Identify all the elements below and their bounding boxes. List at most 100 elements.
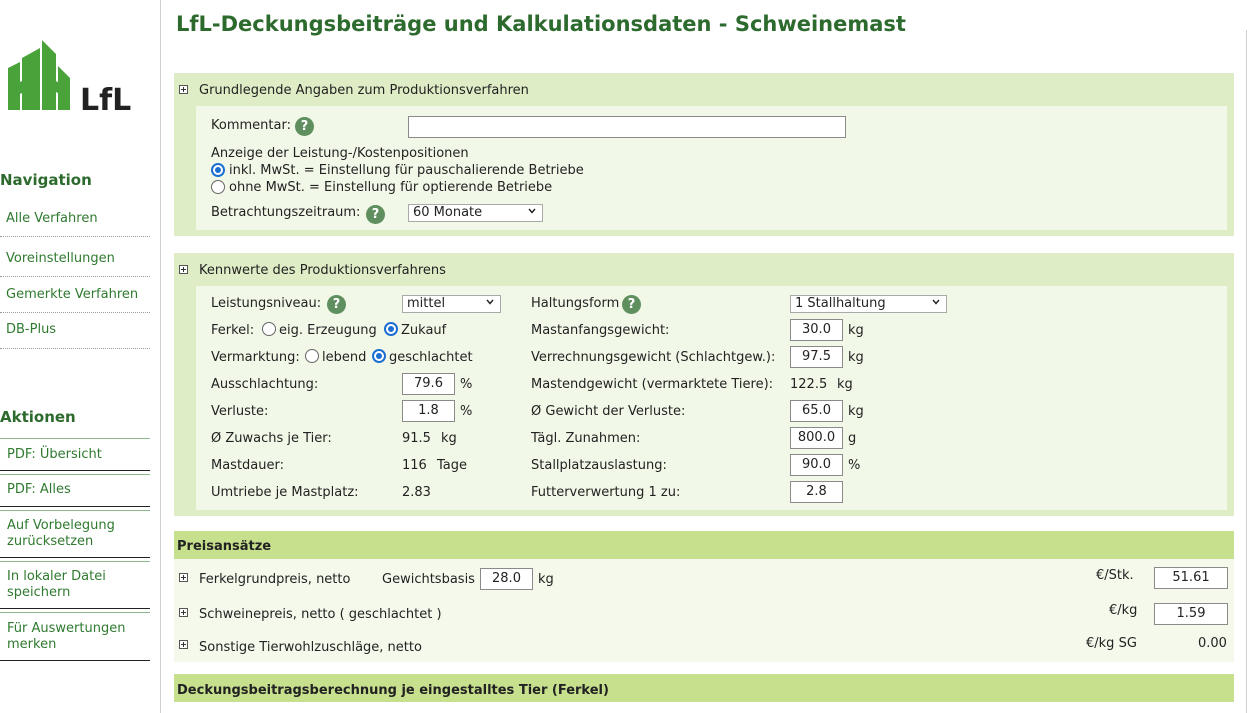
auslastung-input[interactable]: 90.0 [790, 454, 843, 476]
mastanfang-unit: kg [848, 323, 864, 338]
grund-inner: Kommentar: ? Anzeige der Leistung-/Koste… [196, 106, 1227, 230]
gewichtsbasis-input[interactable]: 28.0 [480, 568, 533, 590]
divider [0, 276, 150, 277]
verrechnung-input[interactable]: 97.5 [790, 346, 843, 368]
help-icon[interactable]: ? [295, 117, 314, 136]
leistung-select[interactable]: mittel [402, 295, 501, 313]
nav-gemerkte-verfahren[interactable]: Gemerkte Verfahren [6, 287, 138, 302]
preis-row-tierwohl: Sonstige Tierwohlzuschläge, netto €/kg S… [174, 630, 1234, 662]
auslastung-label: Stallplatzauslastung: [531, 458, 667, 473]
zunahmen-label: Tägl. Zunahmen: [531, 431, 641, 446]
haltung-label: Haltungsform [531, 296, 620, 311]
divider [0, 557, 150, 558]
divider [0, 660, 150, 661]
action-pdf-alles[interactable]: PDF: Alles [7, 482, 147, 498]
grund-panel: Grundlegende Angaben zum Produktionsverf… [174, 73, 1234, 236]
divider [0, 438, 150, 439]
nav-db-plus[interactable]: DB-Plus [6, 322, 56, 337]
gewverl-unit: kg [848, 404, 864, 419]
ferkel-preis-input[interactable]: 51.61 [1154, 567, 1228, 589]
scrollbar-edge [1246, 30, 1247, 713]
preis-row-ferkel: Ferkelgrundpreis, netto Gewichtsbasis 28… [174, 559, 1234, 598]
anzeige-label: Anzeige der Leistung-/Kostenpositionen [211, 146, 469, 161]
radio-ferkel-zukauf[interactable] [384, 322, 398, 336]
divider [0, 312, 150, 313]
kenn-panel: Kennwerte des Produktionsverfahrens Leis… [174, 253, 1234, 516]
verluste-unit: % [460, 404, 473, 419]
schwein-preis-unit: €/kg [1109, 603, 1138, 618]
futter-input[interactable]: 2.8 [790, 481, 843, 503]
divider [0, 506, 150, 507]
divider [0, 470, 150, 471]
db-header: Deckungsbeitragsberechnung je eingestall… [177, 683, 609, 698]
radio-ohne-mwst[interactable] [211, 180, 225, 194]
action-lokal-speichern[interactable]: In lokaler Datei speichern [7, 569, 147, 601]
action-vorbelegung-reset[interactable]: Auf Vorbelegung zurücksetzen [7, 518, 147, 550]
kommentar-label: Kommentar: [211, 118, 291, 133]
db-header-bar: Deckungsbeitragsberechnung je eingestall… [174, 674, 1234, 702]
umtriebe-label: Umtriebe je Mastplatz: [211, 485, 359, 500]
ausschlachtung-input[interactable]: 79.6 [402, 373, 455, 395]
help-icon[interactable]: ? [366, 205, 385, 224]
expand-icon[interactable] [179, 640, 188, 649]
kommentar-input[interactable] [408, 116, 846, 138]
radio-inkl-mwst[interactable] [211, 163, 225, 177]
help-icon[interactable]: ? [622, 295, 641, 314]
mastdauer-value: 116 [402, 458, 427, 473]
zuwachs-unit: kg [441, 431, 457, 446]
schwein-preis-input[interactable]: 1.59 [1154, 603, 1228, 625]
radio-ohne-label: ohne MwSt. = Einstellung für optierende … [229, 180, 553, 195]
zeitraum-label: Betrachtungszeitraum: [211, 205, 361, 220]
divider [0, 236, 150, 237]
ausschlachtung-unit: % [460, 377, 473, 392]
chevron-down-icon [528, 208, 536, 214]
gewverl-input[interactable]: 65.0 [790, 400, 843, 422]
divider [0, 510, 150, 511]
zunahmen-unit: g [848, 431, 857, 446]
radio-geschlachtet[interactable] [372, 349, 386, 363]
mastend-value: 122.5 [790, 377, 828, 392]
mastend-unit: kg [837, 377, 853, 392]
tierwohl-label: Sonstige Tierwohlzuschläge, netto [199, 640, 422, 655]
verrechnung-label: Verrechnungsgewicht (Schlachtgew.): [531, 350, 776, 365]
zeitraum-select[interactable]: 60 Monate [408, 204, 543, 222]
lfl-logo[interactable]: LfL [6, 38, 146, 118]
action-pdf-uebersicht[interactable]: PDF: Übersicht [7, 447, 147, 463]
divider [0, 561, 150, 562]
expand-icon[interactable] [179, 608, 188, 617]
radio-ferkel-eigen[interactable] [262, 322, 276, 336]
expand-icon[interactable] [179, 265, 188, 274]
tierwohl-unit: €/kg SG [1086, 636, 1137, 651]
mastanfang-label: Mastanfangsgewicht: [531, 323, 670, 338]
nav-alle-verfahren[interactable]: Alle Verfahren [6, 211, 98, 226]
help-icon[interactable]: ? [327, 295, 346, 314]
preis-header-bar: Preisansätze [174, 531, 1234, 559]
ferkel-preis-unit: €/Stk. [1096, 568, 1134, 583]
vermarktung-label: Vermarktung: [211, 350, 300, 365]
haltung-select[interactable]: 1 Stallhaltung [790, 295, 947, 313]
tierwohl-value: 0.00 [1198, 636, 1227, 651]
divider [0, 474, 150, 475]
aktionen-heading: Aktionen [0, 408, 76, 426]
verluste-input[interactable]: 1.8 [402, 400, 455, 422]
action-auswertung-merken[interactable]: Für Auswertungen merken [7, 621, 147, 653]
preis-header: Preisansätze [177, 539, 272, 554]
radio-lebend[interactable] [305, 349, 319, 363]
svg-text:LfL: LfL [80, 83, 131, 114]
divider [0, 348, 150, 349]
futter-label: Futterverwertung 1 zu: [531, 485, 681, 500]
zuwachs-value: 91.5 [402, 431, 431, 446]
zunahmen-input[interactable]: 800.0 [790, 427, 843, 449]
expand-icon[interactable] [179, 85, 188, 94]
gewichtsbasis-label: Gewichtsbasis [382, 572, 475, 587]
verluste-label: Verluste: [211, 404, 269, 419]
expand-icon[interactable] [179, 573, 188, 582]
nav-voreinstellungen[interactable]: Voreinstellungen [6, 251, 115, 266]
leistung-label: Leistungsniveau: [211, 296, 322, 311]
ferkel-opt2: Zukauf [401, 323, 447, 338]
ferkel-preis-label: Ferkelgrundpreis, netto [199, 572, 351, 587]
mastanfang-input[interactable]: 30.0 [790, 319, 843, 341]
verrechnung-unit: kg [848, 350, 864, 365]
gewichtsbasis-unit: kg [538, 572, 554, 587]
radio-inkl-label: inkl. MwSt. = Einstellung für pauschalie… [229, 163, 584, 178]
